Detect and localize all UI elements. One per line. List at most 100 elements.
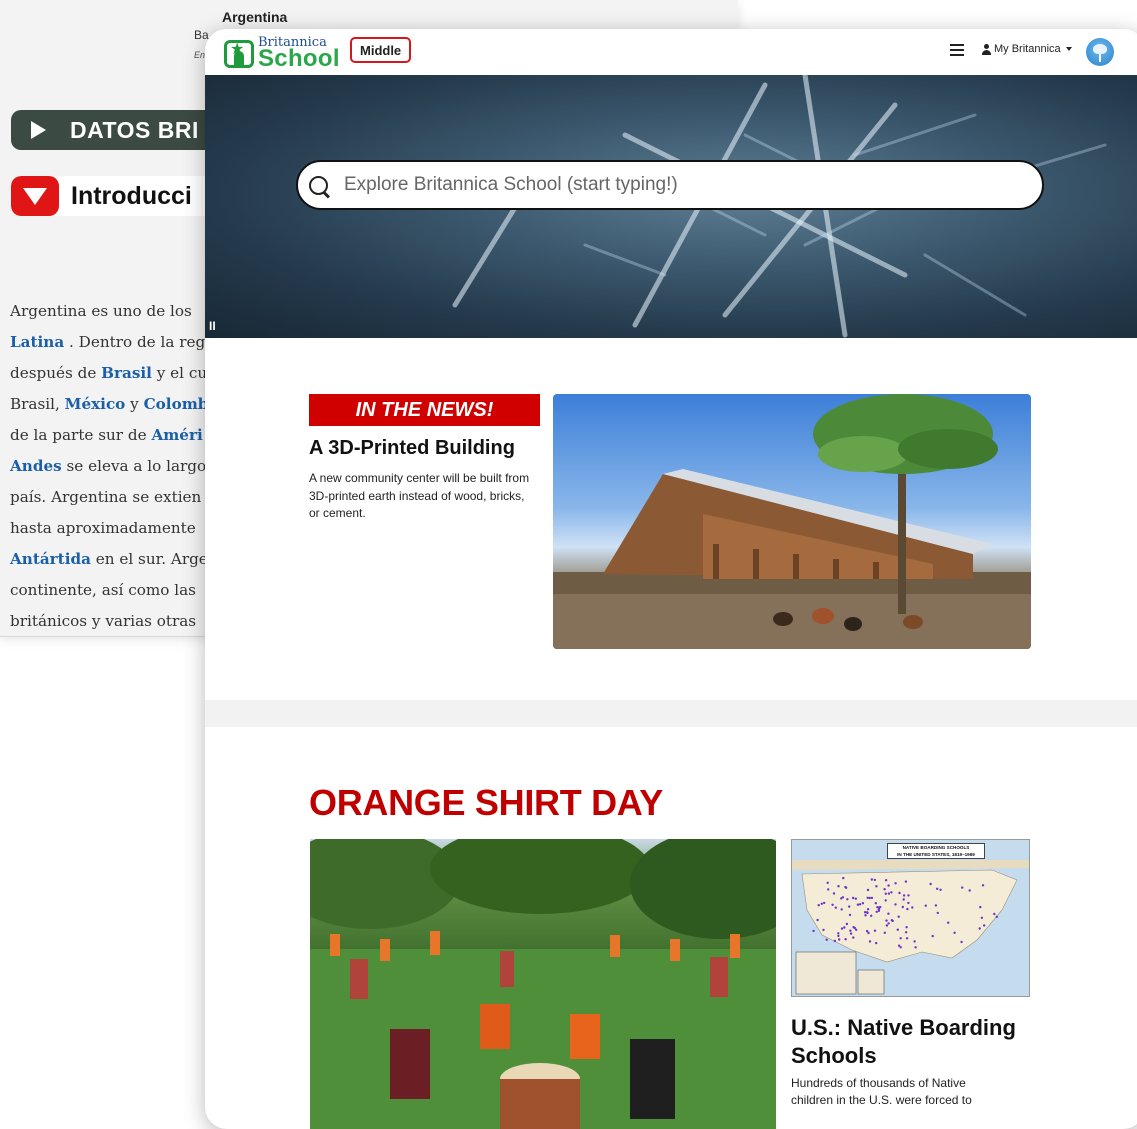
school-dot [960,940,963,944]
school-dot [885,924,889,927]
school-dot [939,888,942,891]
school-dot [904,880,908,883]
britannica-thistle-icon[interactable] [1086,38,1114,66]
play-arrow-icon [31,121,46,139]
paragraph-text: . Dentro de la reg [64,333,206,351]
school-dot [901,905,904,909]
school-dot [873,929,877,932]
hamburger-menu-icon[interactable] [950,44,964,56]
school-dot [936,887,939,890]
school-dot [911,906,914,909]
article-link[interactable]: México [65,395,126,413]
native-boarding-schools-map[interactable]: NATIVE BOARDING SCHOOLS IN THE UNITED ST… [791,839,1030,997]
article-link[interactable]: Antártida [10,550,91,568]
school-dot [852,936,855,939]
school-dot [866,888,870,892]
school-dot [879,905,882,909]
school-dot [906,907,909,911]
logo-kid-icon: ★ [224,39,254,68]
school-dot [887,922,890,925]
school-dot [855,928,858,931]
school-dot [883,931,886,934]
school-dot [887,892,891,895]
news-headline-link[interactable]: A 3D-Printed Building [309,437,540,460]
school-dot [863,911,867,914]
school-dot [834,906,837,909]
school-dot [953,931,956,934]
school-dot [894,882,897,885]
school-dot [831,903,834,906]
school-dot [884,892,887,895]
school-dot [907,901,910,905]
article-link[interactable]: Brasil [101,364,152,382]
school-dot [870,878,873,881]
section-divider [205,700,1137,727]
school-dot [980,916,984,919]
article-caption-fragment: En [194,50,206,60]
school-dot [883,888,886,891]
school-dot [914,946,917,949]
school-dot [837,885,840,888]
level-switch-button[interactable]: Middle [350,37,412,63]
paragraph-text: británicos y varias otras [10,612,197,630]
chevron-down-icon [11,176,59,216]
school-dot [816,918,819,922]
school-dot [817,904,820,907]
school-dot [846,898,849,901]
school-dot [854,897,857,900]
school-dot [934,904,938,907]
article-link[interactable]: Latina [10,333,64,351]
school-dot [856,903,860,906]
caret-down-icon [1065,47,1072,51]
school-dot [852,926,855,929]
school-dot [902,898,905,901]
school-dot [947,921,950,924]
school-dot [894,903,897,906]
school-dot [979,905,982,909]
school-dot [890,891,893,894]
school-dot [875,910,878,913]
paragraph-text: y el cu [151,364,208,382]
search-bar[interactable] [296,160,1044,210]
school-dot [868,940,872,943]
school-dot [848,905,851,908]
school-dot [851,896,855,900]
site-header: ★ Britannica School Middle My Britannica [205,29,1137,75]
news-building-image[interactable] [553,394,1031,649]
school-dot [812,929,815,933]
orange-shirt-day-heading: ORANGE SHIRT DAY [309,782,663,823]
school-dot [820,902,823,905]
school-dot [849,929,852,932]
school-dot [822,928,825,932]
school-dot [840,908,843,911]
school-dot [868,896,871,900]
logo-school-text: School [258,45,340,72]
my-britannica-dropdown[interactable]: My Britannica [981,43,1072,55]
pause-video-icon[interactable]: II [209,319,216,333]
search-input[interactable] [342,173,986,197]
school-dot [858,903,862,906]
school-dot [884,899,887,902]
school-dot [905,926,908,929]
britannica-school-logo[interactable]: ★ Britannica School [224,36,340,71]
school-dot [885,919,888,922]
paragraph-text: país. Argentina se extien [10,488,202,506]
school-dot [887,912,890,915]
school-dot [983,924,986,927]
school-dot [866,908,870,911]
boarding-schools-headline-link[interactable]: U.S.: Native Boarding Schools [791,1014,1041,1070]
in-the-news-tag: IN THE NEWS! [309,394,540,426]
article-link[interactable]: Andes [10,457,62,475]
in-the-news-section: IN THE NEWS! A 3D-Printed Building A new… [309,394,540,523]
article-link[interactable]: Améri [151,426,202,444]
introduccion-label: Introducci [71,181,192,210]
school-dot [849,932,853,935]
article-link[interactable]: Colomb [144,395,209,413]
paragraph-text: y [125,395,144,413]
school-dot [961,886,964,889]
orange-shirt-day-photo[interactable] [310,839,776,1129]
school-dot [842,876,845,880]
school-dot [931,934,934,938]
school-dot [848,913,852,917]
school-dot [929,882,932,886]
